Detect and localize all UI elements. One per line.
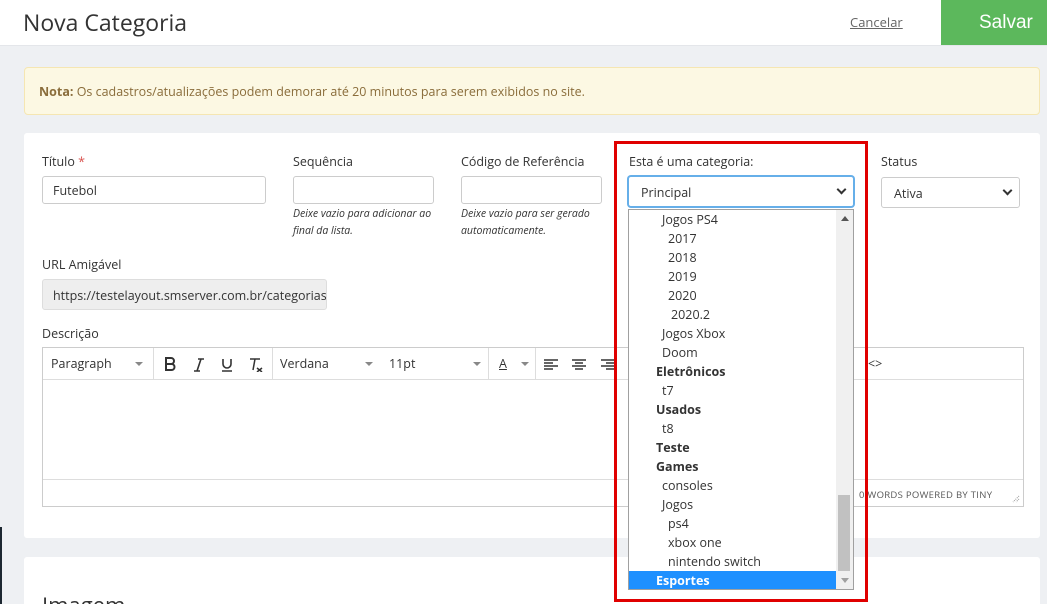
required-mark: *: [78, 153, 85, 170]
block-format-value: Paragraph: [51, 355, 112, 372]
underline-button[interactable]: [221, 348, 235, 380]
caret-down-icon: [135, 362, 143, 366]
bold-icon: [165, 357, 176, 372]
annotation-highlight-box: [614, 141, 868, 602]
url-label: URL Amigável: [42, 256, 122, 273]
italic-icon: [194, 357, 204, 372]
status-select[interactable]: Ativa: [881, 177, 1020, 208]
clear-format-icon: [250, 357, 263, 373]
editor-content-area[interactable]: [43, 380, 1023, 478]
resize-handle-icon[interactable]: [1012, 495, 1020, 503]
code-icon: <>: [868, 355, 883, 372]
codigo-input[interactable]: [461, 176, 602, 204]
status-value: Ativa: [894, 185, 923, 202]
note-alert: Nota: Os cadastros/atualizações podem de…: [24, 67, 1040, 115]
bold-button[interactable]: [164, 348, 178, 380]
url-input[interactable]: https://testelayout.smserver.com.br/cate…: [42, 279, 327, 310]
align-center-button[interactable]: [572, 348, 588, 380]
text-color-icon: A: [499, 355, 507, 372]
font-size-select[interactable]: 11pt: [389, 348, 485, 380]
window-edge: [0, 527, 2, 604]
source-code-button[interactable]: <>: [868, 348, 884, 380]
editor-toolbar: Paragraph Verdana 11pt A <>: [43, 348, 1023, 380]
caret-down-icon: [521, 362, 529, 366]
top-bar: Nova Categoria Cancelar Salvar: [0, 0, 1047, 46]
codigo-help: Deixe vazio para ser gerado automaticame…: [461, 207, 590, 238]
toolbar-divider: [488, 348, 489, 380]
caret-down-icon: [365, 362, 373, 366]
align-left-icon: [544, 358, 558, 370]
cancel-link[interactable]: Cancelar: [850, 13, 903, 31]
descricao-label: Descrição: [42, 325, 99, 342]
save-button[interactable]: Salvar: [941, 0, 1047, 45]
font-family-value: Verdana: [280, 355, 329, 372]
align-right-icon: [601, 358, 615, 370]
caret-down-icon: [473, 362, 481, 366]
clear-format-button[interactable]: [248, 348, 264, 380]
titulo-input[interactable]: Futebol: [42, 176, 266, 204]
status-label: Status: [881, 153, 918, 170]
sequencia-help: Deixe vazio para adicionar ao final da l…: [293, 207, 432, 238]
note-text: Os cadastros/atualizações podem demorar …: [73, 83, 585, 100]
titulo-label-text: Título: [42, 153, 75, 170]
sequencia-label: Sequência: [293, 153, 353, 170]
description-editor: Paragraph Verdana 11pt A <> 0 WORDS POWE…: [42, 347, 1024, 507]
editor-statusbar: 0 WORDS POWERED BY TINY: [43, 479, 1023, 506]
align-left-button[interactable]: [544, 348, 560, 380]
titulo-label: Título *: [42, 153, 85, 170]
chevron-down-icon: [1002, 185, 1013, 196]
toolbar-divider: [535, 348, 536, 380]
page-title: Nova Categoria: [23, 6, 188, 38]
text-color-button[interactable]: A: [499, 348, 533, 380]
image-card: [24, 557, 1040, 604]
block-format-select[interactable]: Paragraph: [51, 348, 147, 380]
font-family-select[interactable]: Verdana: [280, 348, 376, 380]
underline-icon: [222, 358, 232, 372]
toolbar-divider: [153, 348, 154, 380]
image-section-title: Imagem: [42, 590, 125, 604]
italic-button[interactable]: [193, 348, 207, 380]
toolbar-divider: [272, 348, 273, 380]
sequencia-input[interactable]: [293, 176, 434, 204]
word-count: 0 WORDS POWERED BY TINY: [859, 488, 993, 501]
codigo-label: Código de Referência: [461, 153, 585, 170]
font-size-value: 11pt: [389, 355, 416, 372]
align-center-icon: [572, 358, 586, 370]
note-label: Nota:: [39, 83, 74, 100]
